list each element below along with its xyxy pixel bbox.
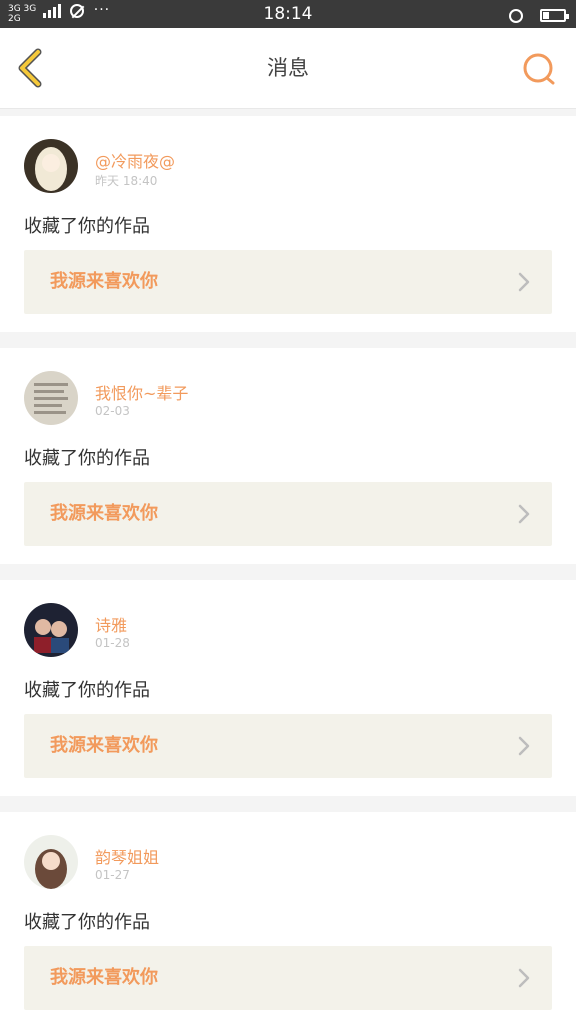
work-title: 我源来喜欢你 [50, 967, 158, 988]
avatar[interactable] [24, 603, 78, 657]
avatar[interactable] [24, 139, 78, 193]
work-title: 我源来喜欢你 [50, 735, 158, 756]
username[interactable]: 韵琴姐姐 [95, 844, 159, 868]
work-title: 我源来喜欢你 [50, 503, 158, 524]
message-card: 我恨你~辈子 02-03 收藏了你的作品 我源来喜欢你 [0, 348, 576, 564]
chevron-right-icon [518, 968, 530, 988]
chevron-right-icon [518, 272, 530, 292]
header-bar: 消息 [0, 28, 576, 109]
message-time: 02-03 [95, 404, 130, 418]
avatar[interactable] [24, 835, 78, 889]
battery-icon [540, 9, 569, 22]
page-title: 消息 [267, 56, 309, 80]
battery-level [543, 12, 549, 19]
avatar[interactable] [24, 371, 78, 425]
username[interactable]: 我恨你~辈子 [95, 380, 188, 404]
chevron-right-icon [518, 736, 530, 756]
work-link[interactable]: 我源来喜欢你 [24, 714, 552, 778]
status-time: 18:14 [263, 4, 313, 24]
action-text: 收藏了你的作品 [24, 216, 150, 237]
action-text: 收藏了你的作品 [24, 448, 150, 469]
work-link[interactable]: 我源来喜欢你 [24, 946, 552, 1010]
message-card: 诗雅 01-28 收藏了你的作品 我源来喜欢你 [0, 580, 576, 796]
username[interactable]: @冷雨夜@ [95, 148, 175, 172]
work-link[interactable]: 我源来喜欢你 [24, 250, 552, 314]
username[interactable]: 诗雅 [95, 612, 127, 636]
work-title: 我源来喜欢你 [50, 271, 158, 292]
message-time: 01-28 [95, 636, 130, 650]
action-text: 收藏了你的作品 [24, 680, 150, 701]
search-icon [523, 53, 555, 85]
message-time: 01-27 [95, 868, 130, 882]
status-right [508, 5, 569, 24]
chevron-right-icon [518, 504, 530, 524]
work-link[interactable]: 我源来喜欢你 [24, 482, 552, 546]
action-text: 收藏了你的作品 [24, 912, 150, 933]
message-time: 昨天 18:40 [95, 174, 158, 188]
search-button[interactable] [522, 52, 556, 86]
alarm-icon [508, 8, 523, 23]
message-card: @冷雨夜@ 昨天 18:40 收藏了你的作品 我源来喜欢你 [0, 116, 576, 332]
status-bar: 3G 3G 2G ··· 18:14 [0, 0, 576, 28]
message-card: 韵琴姐姐 01-27 收藏了你的作品 我源来喜欢你 [0, 812, 576, 1028]
